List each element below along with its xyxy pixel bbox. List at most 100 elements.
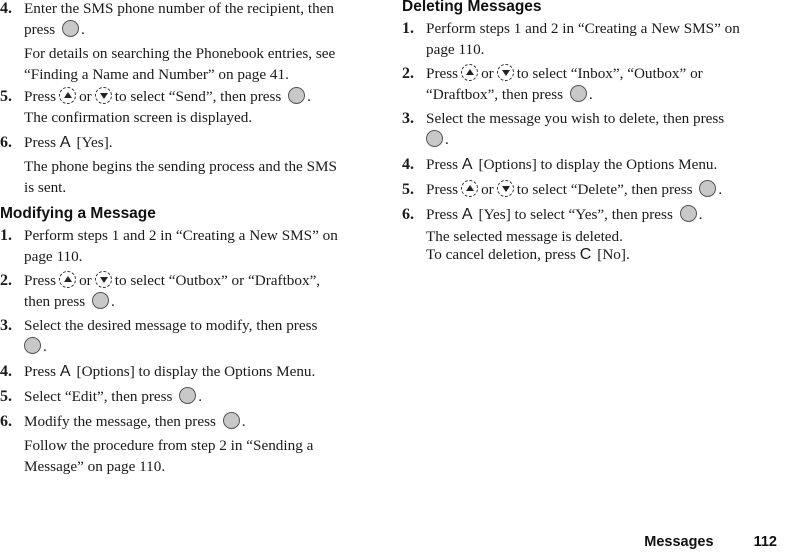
section-heading-modifying: Modifying a Message <box>0 205 156 222</box>
step-number: 4. <box>402 156 414 173</box>
step-number: 2. <box>402 65 414 82</box>
delete-step-6: 6. Press A [Yes] to select “Yes”, then pr… <box>402 204 782 225</box>
step-text: press <box>24 21 56 38</box>
punct: . <box>588 86 593 103</box>
delete-step-5: 5. Press or to select “Delete”, then press… <box>402 179 782 200</box>
step-number: 3. <box>402 110 414 127</box>
step-text: then press <box>24 293 86 310</box>
punct: . <box>198 388 203 405</box>
step-text: Select the desired message to modify, th… <box>24 317 318 334</box>
step-text: or <box>79 88 92 105</box>
section-heading-deleting: Deleting Messages <box>402 0 542 15</box>
modify-step-4: 4. Press A [Options] to display the Optio… <box>0 361 372 382</box>
modify-step-5: 5. Select “Edit”, then press . <box>0 386 372 407</box>
center-key-icon <box>569 85 587 102</box>
softkey-c-icon: C <box>579 246 592 263</box>
note-text: The phone begins the sending process and… <box>24 158 337 175</box>
step-text: Press <box>24 88 57 105</box>
punct: . <box>698 206 703 223</box>
step-text: Perform steps 1 and 2 in “Creating a New… <box>426 20 740 37</box>
delete-step-3: 3. Select the message you wish to delete… <box>402 108 782 150</box>
step-text: Select the message you wish to delete, t… <box>426 110 725 127</box>
step-text: or <box>481 65 494 82</box>
punct: . <box>110 293 115 310</box>
step-text: to select “Send”, then press <box>114 88 282 105</box>
step-text: Press <box>426 206 459 223</box>
punct: . <box>718 181 723 198</box>
step-text: Select “Edit”, then press <box>24 388 173 405</box>
step-5-select-send: 5. Press or to select “Send”, then press .… <box>0 86 372 128</box>
step-note: The selected message is deleted. To canc… <box>402 228 782 264</box>
right-column: Deleting Messages 1. Perform steps 1 and… <box>402 0 782 264</box>
delete-step-1: 1. Perform steps 1 and 2 in “Creating a … <box>402 18 782 60</box>
step-note: Follow the procedure from step 2 in “Sen… <box>0 435 372 477</box>
step-text: Press <box>426 65 459 82</box>
center-key-icon <box>426 130 443 147</box>
step-number: 1. <box>402 20 414 37</box>
step-text: Press <box>24 363 57 380</box>
step-text: [Options] to display the Options Menu. <box>76 363 316 380</box>
step-number: 6. <box>0 134 12 151</box>
center-key-icon <box>288 87 306 104</box>
footer-section-title: Messages <box>644 534 714 550</box>
modify-step-2: 2. Press or to select “Outbox” or “Draftbo… <box>0 270 372 312</box>
page-footer: Messages 112 <box>644 534 777 550</box>
note-text: “Finding a Name and Number” on page 41. <box>24 66 289 83</box>
softkey-a-icon: A <box>59 134 71 151</box>
step-number: 1. <box>0 227 12 244</box>
step-text: or <box>79 272 92 289</box>
step-text: Modify the message, then press <box>24 413 216 430</box>
step-text: to select “Outbox” or “Draftbox”, <box>114 272 321 289</box>
step-text: page 110. <box>426 41 485 58</box>
modify-step-3: 3. Select the desired message to modify,… <box>0 315 372 357</box>
modify-step-1: 1. Perform steps 1 and 2 in “Creating a … <box>0 225 372 267</box>
nav-down-key-icon <box>496 64 514 81</box>
step-number: 6. <box>0 413 12 430</box>
nav-up-key-icon <box>59 271 77 288</box>
nav-down-key-icon <box>94 87 112 104</box>
step-4-enter-number: 4. Enter the SMS phone number of the rec… <box>0 0 372 40</box>
step-number: 4. <box>0 0 12 17</box>
note-text: Follow the procedure from step 2 in “Sen… <box>24 437 314 454</box>
step-number: 5. <box>402 181 414 198</box>
step-text: page 110. <box>24 248 83 265</box>
step-text: or <box>481 181 494 198</box>
delete-step-4: 4. Press A [Options] to display the Optio… <box>402 154 782 175</box>
delete-step-2: 2. Press or to select “Inbox”, “Outbox” or… <box>402 63 782 105</box>
center-key-icon <box>24 337 41 354</box>
step-number: 5. <box>0 388 12 405</box>
center-key-icon <box>91 292 109 309</box>
step-6-press-yes: 6. Press A [Yes]. <box>0 132 372 153</box>
center-key-icon <box>222 412 240 429</box>
note-text: For details on searching the Phonebook e… <box>24 45 336 62</box>
step-text: Enter the SMS phone number of the recipi… <box>24 0 335 17</box>
step-note: The phone begins the sending process and… <box>0 156 372 198</box>
step-text: Perform steps 1 and 2 in “Creating a New… <box>24 227 338 244</box>
step-text: Press <box>426 156 459 173</box>
step-text: [Yes]. <box>76 134 113 151</box>
step-text: Press <box>24 272 57 289</box>
softkey-a-icon: A <box>461 156 473 173</box>
punct: . <box>81 21 85 38</box>
nav-down-key-icon <box>94 271 112 288</box>
step-number: 3. <box>0 317 12 334</box>
step-text: [Options] to display the Options Menu. <box>478 156 718 173</box>
nav-down-key-icon <box>496 180 514 197</box>
softkey-a-icon: A <box>461 206 473 223</box>
step-text: to select “Inbox”, “Outbox” or <box>516 65 703 82</box>
step-number: 2. <box>0 272 12 289</box>
note-text: is sent. <box>24 179 67 196</box>
step-number: 5. <box>0 88 12 105</box>
note-text: Message” on page 110. <box>24 458 166 475</box>
note-text: [No]. <box>597 246 630 263</box>
note-text: The selected message is deleted. <box>426 228 623 245</box>
page-number: 112 <box>753 534 777 550</box>
center-key-icon <box>179 387 197 404</box>
step-number: 6. <box>402 206 414 223</box>
punct: . <box>445 131 449 148</box>
nav-up-key-icon <box>59 87 77 104</box>
step-text: [Yes] to select “Yes”, then press <box>478 206 673 223</box>
softkey-a-icon: A <box>59 363 71 380</box>
step-number: 4. <box>0 363 12 380</box>
note-text: To cancel deletion, press <box>426 246 576 263</box>
